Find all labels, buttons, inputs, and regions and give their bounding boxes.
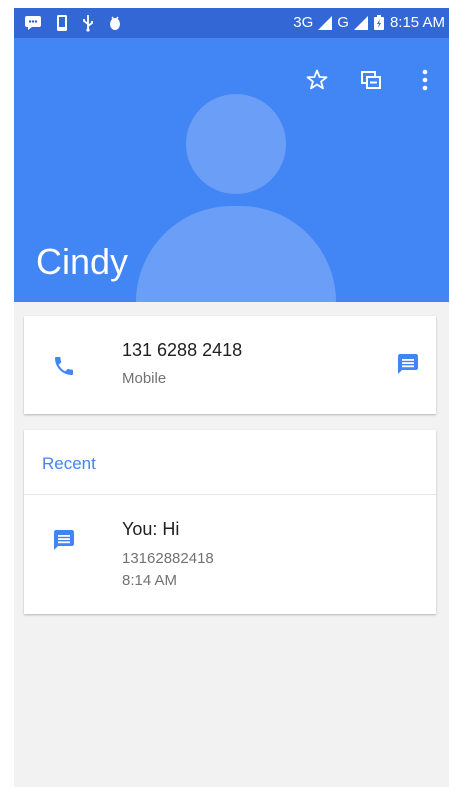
phone-number[interactable]: 131 6288 2418 (122, 340, 242, 361)
signal-icon (318, 15, 333, 30)
recent-item[interactable]: You: Hi 13162882418 8:14 AM (24, 495, 436, 614)
phone-icon (55, 357, 73, 375)
recent-card: Recent You: Hi 13162882418 8:14 AM (24, 430, 436, 614)
edit-button[interactable] (357, 66, 385, 94)
signal-icon-2 (353, 15, 368, 30)
battery-icon (373, 14, 384, 30)
status-indicators: 3G G 8:15 AM (293, 14, 445, 31)
message-icon (54, 530, 74, 550)
screen: 3G G 8:15 AM Cindy 131 6288 2418 Mobile … (14, 8, 449, 787)
notification-icons (24, 14, 122, 32)
contact-name: Cindy (36, 241, 129, 282)
edit-icon (361, 71, 381, 89)
android-debug-icon (110, 16, 120, 30)
header-actions (303, 66, 439, 94)
more-vert-icon (422, 69, 428, 91)
network-type-2: G (337, 14, 349, 31)
contact-header: Cindy (14, 38, 449, 302)
send-message-button[interactable] (396, 352, 420, 381)
chat-notification-icon (25, 16, 41, 30)
more-options-button[interactable] (411, 66, 439, 94)
network-type-1: 3G (293, 14, 314, 31)
status-bar: 3G G 8:15 AM (14, 8, 449, 38)
star-outline-icon (306, 69, 328, 90)
recent-message: You: Hi (122, 519, 180, 539)
phone-card[interactable]: 131 6288 2418 Mobile (24, 316, 436, 414)
recent-title: Recent (42, 454, 96, 473)
usb-icon (83, 15, 93, 32)
recent-number: 13162882418 (122, 550, 214, 567)
status-time: 8:15 AM (389, 14, 445, 31)
avatar-placeholder-head (186, 94, 286, 194)
avatar-placeholder-body (136, 206, 336, 302)
message-icon (398, 354, 418, 374)
device-notification-icon (57, 15, 67, 31)
favorite-button[interactable] (303, 66, 331, 94)
recent-time: 8:14 AM (122, 572, 178, 589)
phone-type: Mobile (122, 370, 167, 387)
